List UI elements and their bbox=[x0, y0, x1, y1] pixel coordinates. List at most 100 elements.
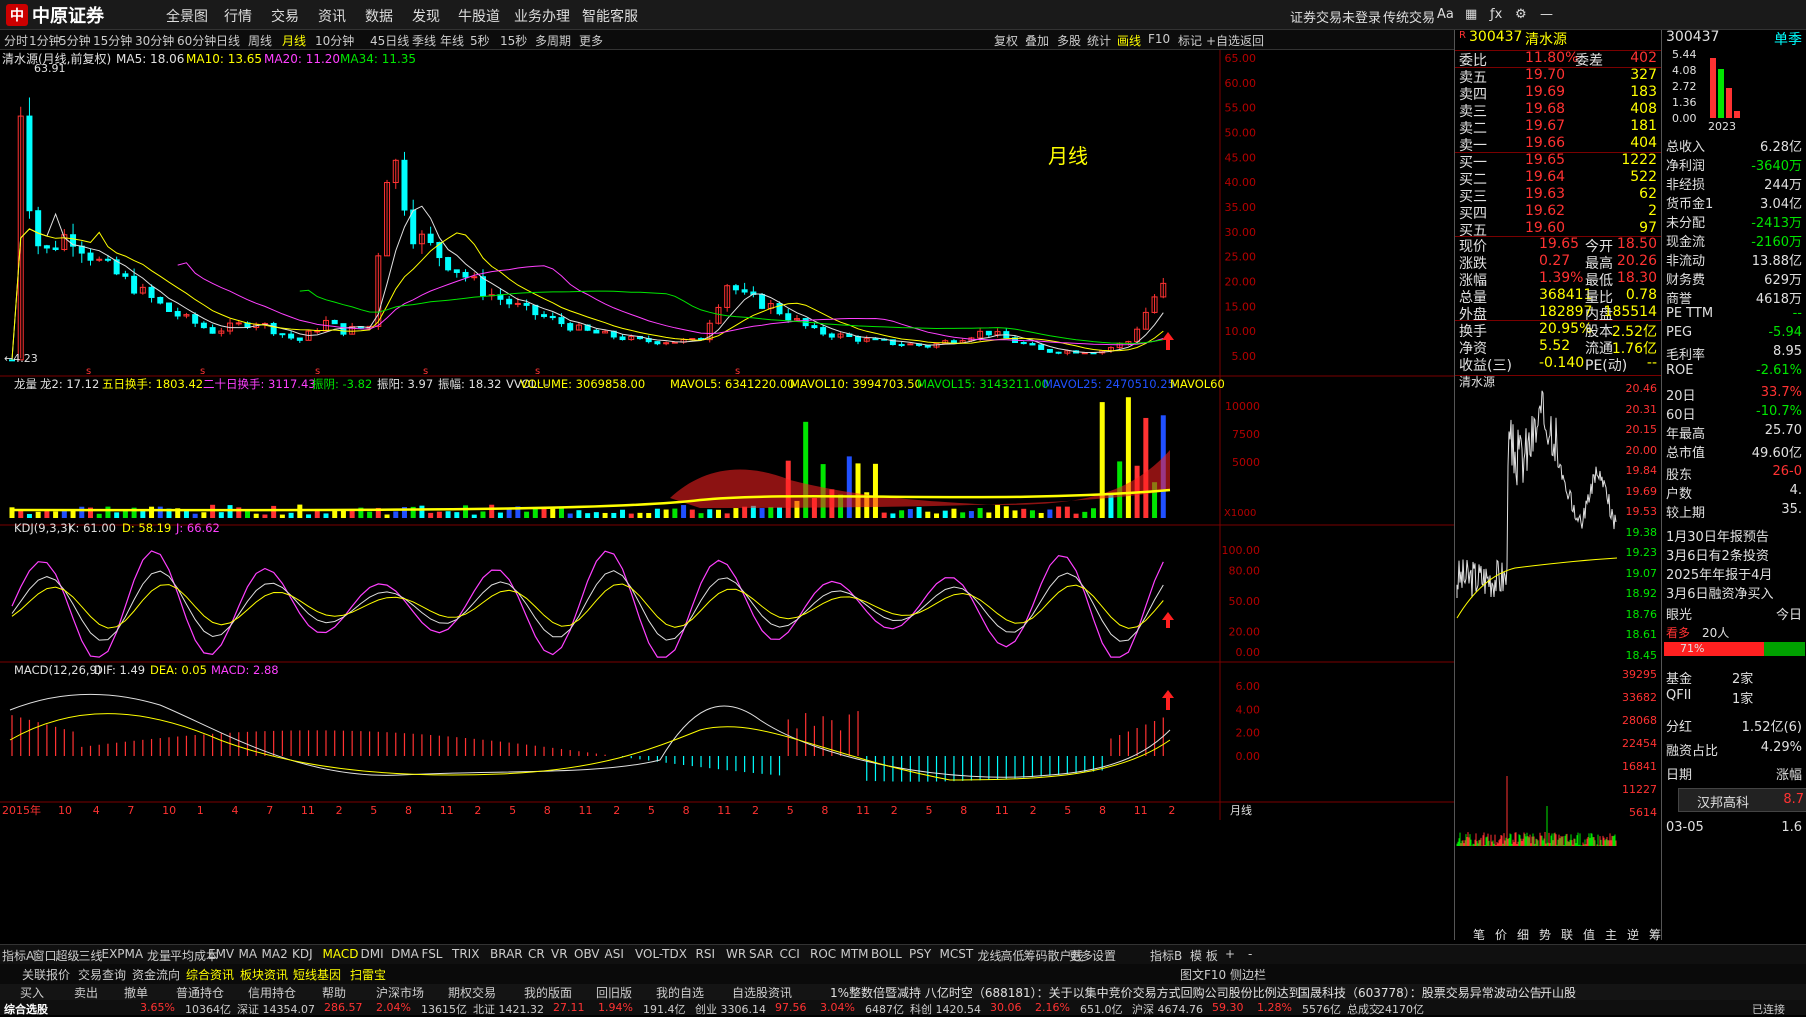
indicator-tab-11[interactable]: MACD bbox=[323, 947, 359, 961]
trade-btn-2[interactable]: 撤单 bbox=[124, 984, 148, 1001]
period-4[interactable]: 30分钟 bbox=[135, 32, 174, 49]
kline-chart-svg[interactable]: 清水源(月线,前复权) MA5: 18.06 MA10: 13.65 MA20: 11… bbox=[0, 50, 1454, 940]
menu-item-overview[interactable]: 全景图 bbox=[166, 6, 208, 26]
toolbar-btn-8[interactable]: 返回 bbox=[1240, 32, 1264, 49]
indicator-tab-31[interactable]: 龙线 bbox=[978, 947, 1002, 964]
indicator-tab-8[interactable]: MA bbox=[239, 947, 258, 961]
minimize-icon[interactable]: — bbox=[1540, 7, 1553, 22]
indicator-tab-0[interactable]: 指标A bbox=[2, 947, 34, 964]
indicator-right-2[interactable]: + bbox=[1225, 947, 1235, 961]
indicator-tab-5[interactable]: 龙量 bbox=[147, 947, 171, 964]
indicator-tab-7[interactable]: EMV bbox=[208, 947, 234, 961]
indicator-tab-13[interactable]: DMA bbox=[391, 947, 419, 961]
period-2[interactable]: 5分钟 bbox=[59, 32, 91, 49]
indicator-tab-26[interactable]: ROC bbox=[810, 947, 836, 961]
indicator-tab-25[interactable]: CCI bbox=[780, 947, 800, 961]
trade-btn-8[interactable]: 我的版面 bbox=[524, 984, 572, 1001]
func-item-2[interactable]: 资金流向 bbox=[132, 966, 180, 983]
far-tab[interactable]: 单季 bbox=[1774, 29, 1802, 49]
indicator-tab-2[interactable]: 超级 bbox=[56, 947, 80, 964]
indicator-tab-3[interactable]: 三线 bbox=[79, 947, 103, 964]
indicator-tab-20[interactable]: ASI bbox=[605, 947, 624, 961]
menu-item-quotes[interactable]: 行情 bbox=[224, 6, 252, 26]
news-item-3[interactable]: 3月6日融资净买入 bbox=[1666, 583, 1806, 602]
indicator-tab-29[interactable]: PSY bbox=[909, 947, 931, 961]
toolbar-btn-6[interactable]: 标记 bbox=[1178, 32, 1202, 49]
grid-icon[interactable]: ▦ bbox=[1465, 7, 1477, 22]
rp-tab-8[interactable]: 筹 bbox=[1649, 926, 1661, 943]
period-14[interactable]: 15秒 bbox=[500, 32, 527, 49]
indicator-tab-28[interactable]: BOLL bbox=[871, 947, 902, 961]
menu-item-service[interactable]: 智能客服 bbox=[582, 6, 638, 26]
indicator-tab-10[interactable]: KDJ bbox=[292, 947, 313, 961]
indicator-tab-27[interactable]: MTM bbox=[841, 947, 869, 961]
func-item-3[interactable]: 综合资讯 bbox=[186, 966, 234, 983]
func-right[interactable]: 图文F10 侧边栏 bbox=[1180, 966, 1266, 983]
menu-item-niugudao[interactable]: 牛股道 bbox=[458, 6, 500, 26]
toolbar-btn-3[interactable]: 统计 bbox=[1087, 32, 1111, 49]
period-6[interactable]: 日线 bbox=[216, 32, 240, 49]
trade-btn-10[interactable]: 我的自选 bbox=[656, 984, 704, 1001]
indicator-tab-35[interactable]: 设置 bbox=[1092, 947, 1116, 964]
toolbar-btn-4[interactable]: 画线 bbox=[1117, 32, 1141, 49]
trade-btn-1[interactable]: 卖出 bbox=[74, 984, 98, 1001]
traditional-trade-button[interactable]: 传统交易 bbox=[1383, 7, 1435, 26]
formula-icon[interactable]: ƒx bbox=[1490, 7, 1502, 22]
period-1[interactable]: 1分钟 bbox=[29, 32, 61, 49]
indicator-tab-21[interactable]: VOL-TDX bbox=[635, 947, 687, 961]
toolbar-btn-2[interactable]: 多股 bbox=[1057, 32, 1081, 49]
trade-btn-11[interactable]: 自选股资讯 bbox=[732, 984, 792, 1001]
indicator-tab-16[interactable]: BRAR bbox=[490, 947, 523, 961]
indicator-tab-18[interactable]: VR bbox=[551, 947, 568, 961]
login-status[interactable]: 证券交易未登录 bbox=[1290, 7, 1381, 26]
menu-item-news[interactable]: 资讯 bbox=[318, 6, 346, 26]
indicator-tab-22[interactable]: RSI bbox=[696, 947, 716, 961]
news-item-1[interactable]: 3月6日有2条投资 bbox=[1666, 545, 1806, 564]
indicator-tab-23[interactable]: WR bbox=[726, 947, 746, 961]
rp-tab-1[interactable]: 价 bbox=[1495, 926, 1507, 943]
period-0[interactable]: 分时 bbox=[4, 32, 28, 49]
toolbar-btn-7[interactable]: +自选 bbox=[1206, 32, 1240, 49]
period-5[interactable]: 60分钟 bbox=[177, 32, 216, 49]
indicator-right-1[interactable]: 模 板 bbox=[1190, 947, 1218, 964]
indicator-right-3[interactable]: - bbox=[1248, 947, 1252, 961]
func-item-0[interactable]: 关联报价 bbox=[22, 966, 70, 983]
func-item-6[interactable]: 扫雷宝 bbox=[350, 966, 386, 983]
toolbar-btn-0[interactable]: 复权 bbox=[994, 32, 1018, 49]
indicator-tab-15[interactable]: TRIX bbox=[452, 947, 479, 961]
period-12[interactable]: 年线 bbox=[440, 32, 464, 49]
trade-btn-0[interactable]: 买入 bbox=[20, 984, 44, 1001]
toolbar-btn-1[interactable]: 叠加 bbox=[1025, 32, 1049, 49]
chart-area[interactable]: 清水源(月线,前复权) MA5: 18.06 MA10: 13.65 MA20: 11… bbox=[0, 50, 1454, 940]
indicator-tab-30[interactable]: MCST bbox=[940, 947, 974, 961]
toolbar-btn-5[interactable]: F10 bbox=[1148, 32, 1170, 46]
func-item-1[interactable]: 交易查询 bbox=[78, 966, 126, 983]
indicator-tab-17[interactable]: CR bbox=[528, 947, 545, 961]
rp-tab-7[interactable]: 逆 bbox=[1627, 926, 1639, 943]
period-9[interactable]: 10分钟 bbox=[315, 32, 354, 49]
indicator-tab-19[interactable]: OBV bbox=[574, 947, 600, 961]
menu-item-business[interactable]: 业务办理 bbox=[514, 6, 570, 26]
period-15[interactable]: 多周期 bbox=[535, 32, 571, 49]
indicator-tab-1[interactable]: 窗口 bbox=[33, 947, 57, 964]
trade-btn-3[interactable]: 普通持仓 bbox=[176, 984, 224, 1001]
period-11[interactable]: 季线 bbox=[412, 32, 436, 49]
intraday-mini-chart[interactable] bbox=[1455, 388, 1620, 858]
period-8[interactable]: 月线 bbox=[282, 32, 306, 49]
indicator-right-0[interactable]: 指标B bbox=[1150, 947, 1182, 964]
indicator-tab-9[interactable]: MA2 bbox=[262, 947, 288, 961]
indicator-tab-4[interactable]: EXPMA bbox=[102, 947, 144, 961]
trade-btn-7[interactable]: 期权交易 bbox=[448, 984, 496, 1001]
trade-btn-9[interactable]: 回旧版 bbox=[596, 984, 632, 1001]
rp-tab-6[interactable]: 主 bbox=[1605, 926, 1617, 943]
news-item-0[interactable]: 1月30日年报预告 bbox=[1666, 526, 1806, 545]
trade-btn-6[interactable]: 沪深市场 bbox=[376, 984, 424, 1001]
news-item-2[interactable]: 2025年年报于4月 bbox=[1666, 564, 1806, 583]
rp-tab-5[interactable]: 值 bbox=[1583, 926, 1595, 943]
stock-popup[interactable]: 汉邦高科 8.7 bbox=[1678, 788, 1806, 812]
indicator-tab-34[interactable]: 更多 bbox=[1069, 947, 1093, 964]
menu-item-data[interactable]: 数据 bbox=[365, 6, 393, 26]
period-10[interactable]: 45日线 bbox=[370, 32, 409, 49]
font-size-icon[interactable]: Aa bbox=[1437, 7, 1454, 22]
indicator-tab-12[interactable]: DMI bbox=[361, 947, 384, 961]
